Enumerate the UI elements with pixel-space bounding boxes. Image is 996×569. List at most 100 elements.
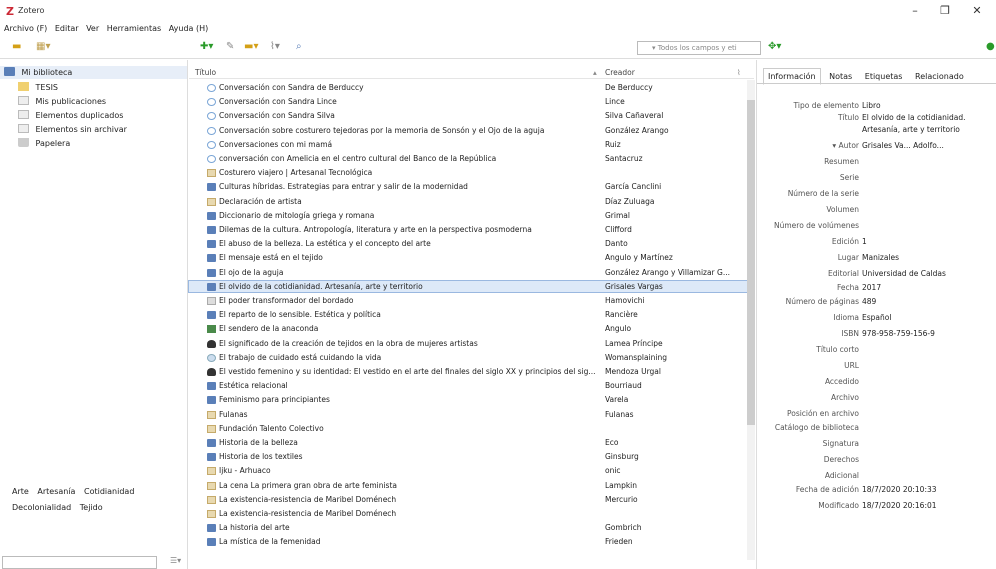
field-label: ISBN [841,329,859,338]
table-row[interactable]: El reparto de lo sensible. Estética y po… [189,309,747,320]
collection-label: Mis publicaciones [35,97,107,106]
table-row[interactable]: La mística de la femenidad Frieden [189,536,747,547]
table-row[interactable]: Conversación con Sandra de Berduccy De Be… [189,82,747,93]
table-row[interactable]: La existencia-resistencia de Maribel Dom… [189,494,747,505]
new-collection-icon[interactable]: ▬ [12,37,21,57]
field-value[interactable]: Manizales [862,252,992,264]
menu-editar[interactable]: Editar [55,22,79,36]
sync-icon[interactable]: ● [986,37,995,57]
field-label: Editorial [828,269,859,278]
table-row[interactable]: El abuso de la belleza. La estética y el… [189,238,747,249]
table-row[interactable]: Fulanas Fulanas [189,409,747,420]
table-row[interactable]: Culturas híbridas. Estrategias para entr… [189,181,747,192]
tag-decolonialidad[interactable]: Decolonialidad [12,503,71,512]
table-row[interactable]: conversación con Amelicia en el centro c… [189,153,747,164]
add-by-identifier-icon[interactable]: ✎ [226,37,234,57]
trash[interactable]: Papelera [0,137,187,150]
new-library-icon[interactable]: ▦▾ [36,37,50,57]
field-value[interactable]: Artesanía, arte y territorio [862,124,992,136]
field-value[interactable]: 18/7/2020 20:16:01 [862,500,992,512]
attachment-column-icon[interactable]: ⌇ [737,68,741,77]
item-type-book-icon [207,240,216,249]
menu-bar: Archivo (F) Editar Ver Herramientas Ayud… [0,22,996,36]
search-input[interactable]: ▾ Todos los campos y eti [637,41,761,55]
table-row[interactable]: El mensaje está en el tejido Angulo y Mar… [189,252,747,263]
field-value[interactable]: 18/7/2020 20:10:33 [862,484,992,496]
attachment-icon[interactable]: ⌇▾ [270,37,280,57]
field-value[interactable]: Grisales Va... Adolfo... [862,140,992,152]
item-type-doc-icon [207,169,216,178]
field-value[interactable]: Universidad de Caldas [862,268,992,280]
table-row[interactable]: El significado de la creación de tejidos… [189,338,747,349]
field-value[interactable]: 978-958-759-156-9 [862,328,992,340]
item-type-book-icon [207,453,216,462]
row-title: El vestido femenino y su identidad: El v… [219,367,596,376]
locate-icon[interactable]: ⌕ [296,37,302,57]
collection-label: Papelera [35,139,71,148]
field-value[interactable]: 2017 [862,282,992,294]
table-row[interactable]: Fundación Talento Colectivo [189,423,747,434]
row-creator: Eco [605,438,619,447]
table-row[interactable]: Feminismo para principiantes Varela [189,394,747,405]
field-value[interactable]: El olvido de la cotidianidad. [862,112,992,124]
table-row[interactable]: El poder transformador del bordado Hamovi… [189,295,747,306]
tag-arte[interactable]: Arte [12,487,29,496]
table-row[interactable]: Declaración de artista Díaz Zuluaga [189,196,747,207]
new-note-icon[interactable]: ▬▾ [244,37,258,57]
my-publications[interactable]: Mis publicaciones [0,95,187,108]
table-row[interactable]: El trabajo de cuidado está cuidando la v… [189,352,747,363]
table-row[interactable]: El vestido femenino y su identidad: El v… [189,366,747,377]
table-row[interactable]: El ojo de la aguja González Arango y Vill… [189,267,747,278]
tag-cotidianidad[interactable]: Cotidianidad [84,487,134,496]
duplicate-items[interactable]: Elementos duplicados [0,109,187,122]
tab-etiquetas[interactable]: Etiquetas [861,69,907,84]
table-row[interactable]: Estética relacional Bourriaud [189,380,747,391]
field-value[interactable]: Español [862,312,992,324]
field-value[interactable]: 489 [862,296,992,308]
table-row[interactable]: El sendero de la anaconda Angulo [189,323,747,334]
table-row[interactable]: Conversaciones con mi mamá Ruiz [189,139,747,150]
table-row[interactable]: La historia del arte Gombrich [189,522,747,533]
field-value[interactable]: Libro [862,100,992,112]
table-row[interactable]: Historia de los textiles Ginsburg [189,451,747,462]
tab-relacionado[interactable]: Relacionado [911,69,968,84]
tag-actions-icon[interactable]: ☰▾ [170,556,181,565]
minimize-button[interactable]: – [900,2,930,20]
menu-ver[interactable]: Ver [86,22,99,36]
table-row[interactable]: Ijku - Arhuaco onic [189,465,747,476]
items-pane: Título ▴ Creador ⌇ Conversación con Sand… [188,60,754,569]
table-row[interactable]: El olvido de la cotidianidad. Artesanía,… [188,279,748,293]
toolbar: ▬ ▦▾ ✚▾ ✎ ▬▾ ⌇▾ ⌕ ✥▾ ● [0,37,996,59]
tab-notas[interactable]: Notas [825,69,856,84]
collection-tesis[interactable]: TESIS [0,81,187,94]
table-row[interactable]: Diccionario de mitología griega y romana… [189,210,747,221]
table-row[interactable]: Historia de la belleza Eco [189,437,747,448]
table-row[interactable]: Conversación con Sandra Silva Silva Cañav… [189,110,747,121]
library-root[interactable]: Mi biblioteca [0,66,187,79]
table-row[interactable]: Conversación con Sandra Lince Lince [189,96,747,107]
item-type-book-icon [207,226,216,234]
unfiled-items[interactable]: Elementos sin archivar [0,123,187,136]
menu-ayuda[interactable]: Ayuda (H) [169,22,209,36]
locate-item-icon[interactable]: ✥▾ [768,37,781,57]
table-row[interactable]: Costurero viajero | Artesanal Tecnológic… [189,167,747,178]
new-item-icon[interactable]: ✚▾ [200,37,213,57]
column-creator[interactable]: Creador [605,68,635,77]
collection-label: Elementos duplicados [35,111,124,120]
row-creator: Womansplaining [605,352,668,362]
table-row[interactable]: Dilemas de la cultura. Antropología, lit… [189,224,747,235]
table-row[interactable]: La existencia-resistencia de Maribel Dom… [189,508,747,519]
field-value[interactable]: 1 [862,236,992,248]
tag-filter-input[interactable] [2,556,157,569]
items-scrollbar-thumb[interactable] [747,100,755,425]
menu-archivo[interactable]: Archivo (F) [4,22,47,36]
table-row[interactable]: La cena La primera gran obra de arte fem… [189,480,747,491]
tag-tejido[interactable]: Tejido [80,503,103,512]
column-title[interactable]: Título [195,68,216,77]
tag-artesania[interactable]: Artesanía [37,487,75,496]
info-field: Archivo [757,392,996,404]
maximize-button[interactable]: ❐ [930,2,960,20]
menu-herramientas[interactable]: Herramientas [107,22,162,36]
close-button[interactable]: ✕ [962,2,992,20]
table-row[interactable]: Conversación sobre costurero tejedoras p… [189,125,747,136]
